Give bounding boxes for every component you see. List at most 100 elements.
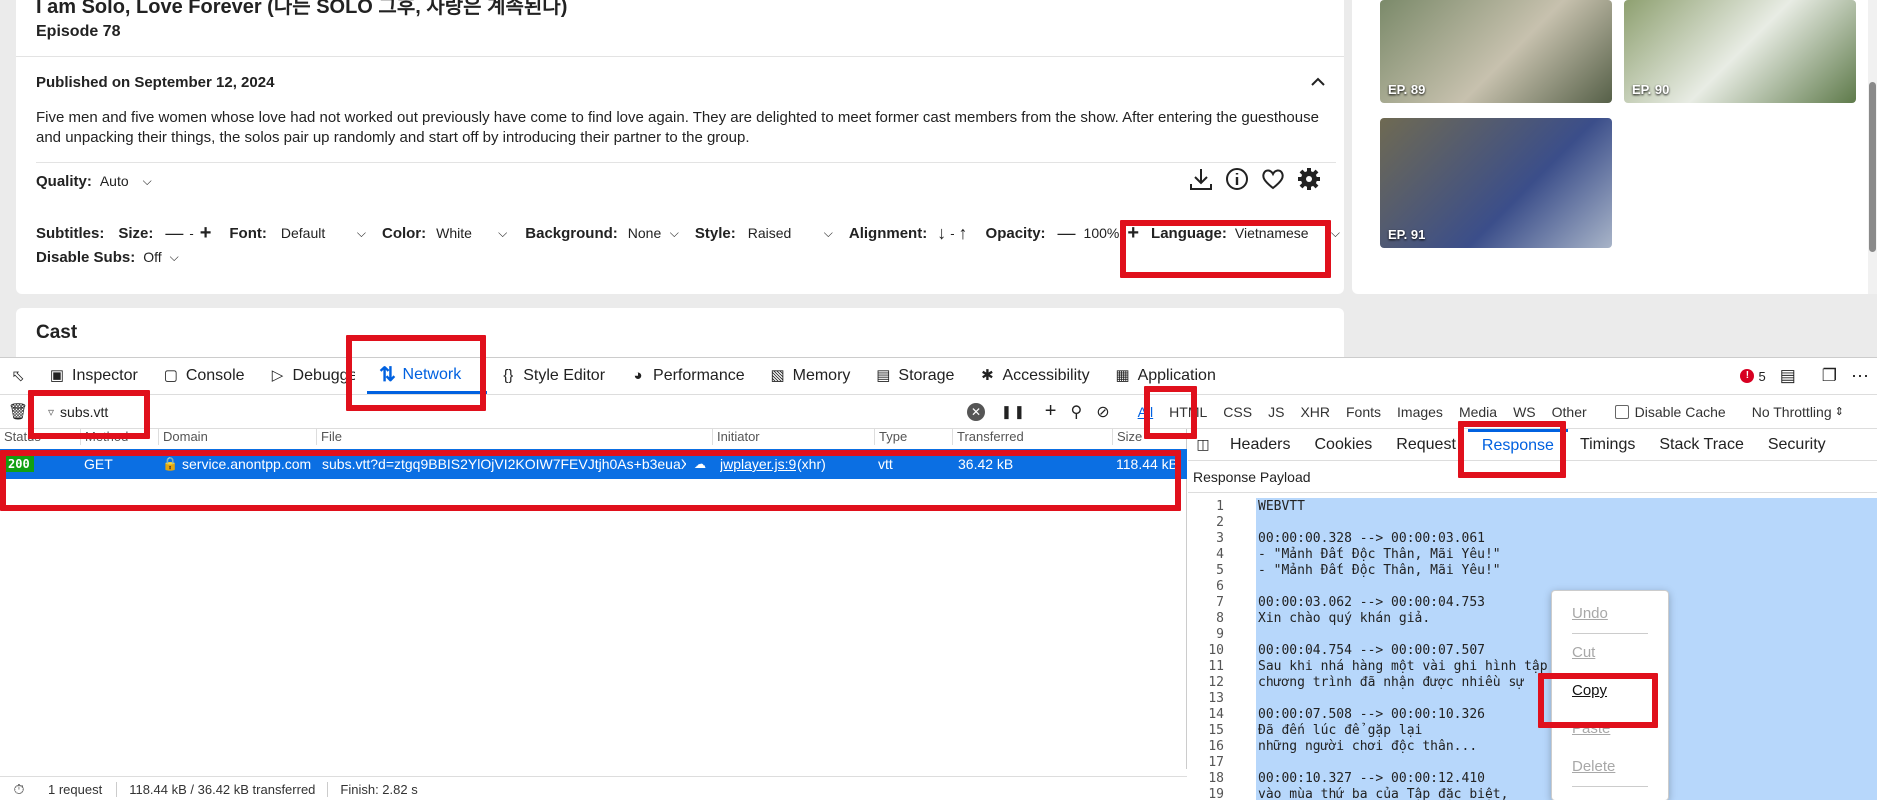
quality-value[interactable]: Auto <box>100 173 129 189</box>
info-icon[interactable] <box>1224 166 1250 197</box>
line-text: WEBVTT <box>1258 499 1305 514</box>
filter-xhr[interactable]: XHR <box>1292 404 1338 420</box>
column-header[interactable]: Domain <box>158 429 208 445</box>
tab-request[interactable]: Request <box>1384 436 1468 454</box>
language-select[interactable]: Vietnamese <box>1235 225 1331 241</box>
chevron-down-icon[interactable]: ⌵ <box>824 226 833 241</box>
tab-inspector[interactable]: ▣ Inspector <box>36 358 150 394</box>
chevron-down-icon[interactable]: ⌵ <box>1331 226 1340 241</box>
more-options-icon[interactable]: ⋯ <box>1851 366 1869 387</box>
column-header[interactable]: Size <box>1112 429 1142 445</box>
tab-memory[interactable]: ▧ Memory <box>757 358 863 394</box>
opacity-decrease-button[interactable]: — <box>1058 223 1076 244</box>
style-select[interactable]: Raised <box>748 225 824 241</box>
tab-cookies[interactable]: Cookies <box>1302 436 1384 454</box>
toggle-sidebar-icon[interactable]: ◫ <box>1188 436 1218 453</box>
background-select[interactable]: None <box>628 225 670 241</box>
chevron-down-icon[interactable]: ⌵ <box>498 226 507 241</box>
block-icon[interactable]: ⊘ <box>1096 402 1109 422</box>
filter-value[interactable]: subs.vtt <box>60 404 108 420</box>
code-editor[interactable]: 1 WEBVTT 2 3 00:00:00.328 --> 00:00:03.061 4 -… <box>1188 498 1877 800</box>
download-icon[interactable] <box>1188 166 1214 197</box>
throttling-select[interactable]: No Throttling <box>1752 404 1832 420</box>
tab-storage[interactable]: ▤ Storage <box>862 358 966 394</box>
alignment-up-button[interactable]: ↑ <box>959 223 968 244</box>
column-header[interactable]: Initiator <box>712 429 760 445</box>
tab-response[interactable]: Response <box>1467 428 1568 461</box>
pause-icon[interactable]: ❚❚ <box>1001 404 1027 420</box>
filter-html[interactable]: HTML <box>1161 404 1215 420</box>
scrollbar[interactable] <box>1868 0 1877 294</box>
pick-element-icon[interactable]: ⬁ <box>0 366 36 386</box>
column-header[interactable]: Method <box>80 429 128 445</box>
clear-filter-icon[interactable]: ✕ <box>967 402 985 421</box>
menu-item-cut[interactable]: Cut <box>1552 634 1668 672</box>
chevron-down-icon[interactable]: ⌵ <box>357 226 366 241</box>
chevron-down-icon[interactable]: ⌵ <box>670 226 679 241</box>
chevron-down-icon[interactable]: ⌵ <box>170 250 179 265</box>
filter-images[interactable]: Images <box>1389 404 1451 420</box>
alignment-down-button[interactable]: ↓ <box>937 223 946 244</box>
filter-all[interactable]: All <box>1130 404 1162 420</box>
column-header[interactable]: File <box>316 429 342 445</box>
published-date: Published on September 12, 2024 <box>36 74 275 91</box>
dock-icon[interactable]: ❐ <box>1822 366 1837 386</box>
error-count[interactable]: 5 <box>1758 369 1765 384</box>
tab-network[interactable]: ⇅ Network <box>366 358 488 394</box>
menu-item-undo[interactable]: Undo <box>1552 595 1668 633</box>
column-header[interactable]: Type <box>874 429 907 445</box>
filter-input[interactable]: ▿ subs.vtt <box>48 399 948 425</box>
heart-icon[interactable] <box>1260 166 1286 197</box>
disable-cache-label[interactable]: Disable Cache <box>1635 404 1726 420</box>
font-label: Font: <box>229 224 267 242</box>
size-label: Size: <box>118 224 154 242</box>
table-row[interactable]: 200 GET 🔒 service.anontpp.com subs.vtt?d… <box>0 449 1187 479</box>
tab-console[interactable]: ▢ Console <box>150 358 257 394</box>
column-header[interactable]: Transferred <box>952 429 1024 445</box>
filter-ws[interactable]: WS <box>1505 404 1544 420</box>
tab-style-editor[interactable]: {} Style Editor <box>487 358 617 394</box>
filter-other[interactable]: Other <box>1544 404 1595 420</box>
menu-item-delete[interactable]: Delete <box>1552 748 1668 786</box>
tab-security[interactable]: Security <box>1756 436 1838 454</box>
disable-subs-control[interactable]: Disable Subs: Off ⌵ <box>36 246 179 268</box>
error-icon[interactable]: ! <box>1740 369 1755 383</box>
episode-thumbnail[interactable]: EP. 89 <box>1380 0 1612 103</box>
color-select[interactable]: White <box>436 225 498 241</box>
filter-js[interactable]: JS <box>1260 404 1292 420</box>
add-icon[interactable]: + <box>1045 400 1057 423</box>
menu-item-copy[interactable]: Copy <box>1552 672 1668 710</box>
filter-media[interactable]: Media <box>1451 404 1505 420</box>
tab-accessibility[interactable]: ✱ Accessibility <box>966 358 1101 394</box>
tab-timings[interactable]: Timings <box>1568 436 1647 454</box>
disable-subs-value[interactable]: Off <box>143 249 161 265</box>
size-increase-button[interactable]: + <box>200 222 212 245</box>
trash-icon[interactable]: 🗑 <box>0 402 36 422</box>
size-decrease-button[interactable]: — <box>165 223 183 244</box>
show-title: I am Solo, Love Forever (나는 SOLO 그후, 사랑은… <box>36 0 568 18</box>
chevron-up-icon[interactable] <box>1308 72 1328 92</box>
tab-performance[interactable]: ◕ Performance <box>617 358 757 394</box>
tab-stack-trace[interactable]: Stack Trace <box>1647 436 1755 454</box>
search-icon[interactable]: ⚲ <box>1070 402 1082 422</box>
episode-thumbnail[interactable]: EP. 90 <box>1624 0 1856 103</box>
line-number: 4 <box>1216 547 1224 562</box>
tab-debugger[interactable]: ▷ Debugger <box>257 358 367 394</box>
episode-thumbnail[interactable]: EP. 91 <box>1380 118 1612 248</box>
size-cell: 118.44 kB <box>1116 456 1179 472</box>
chevron-updown-icon[interactable]: ⇕ <box>1835 405 1844 418</box>
responsive-icon[interactable]: ▤ <box>1780 366 1796 386</box>
menu-item-paste[interactable]: Paste <box>1552 710 1668 748</box>
opacity-increase-button[interactable]: + <box>1127 222 1139 245</box>
font-select[interactable]: Default <box>281 225 357 241</box>
disable-cache-checkbox[interactable] <box>1614 404 1629 419</box>
filter-fonts[interactable]: Fonts <box>1338 404 1389 420</box>
tab-application[interactable]: ▦ Application <box>1102 358 1228 394</box>
chevron-down-icon[interactable]: ⌵ <box>143 174 152 189</box>
quality-control[interactable]: Quality: Auto ⌵ <box>36 170 152 192</box>
tab-headers[interactable]: Headers <box>1218 436 1302 454</box>
initiator-link[interactable]: jwplayer.js:9 <box>720 449 796 479</box>
gear-icon[interactable] <box>1296 166 1322 197</box>
filter-css[interactable]: CSS <box>1215 404 1260 420</box>
column-header[interactable]: Status <box>0 429 41 445</box>
